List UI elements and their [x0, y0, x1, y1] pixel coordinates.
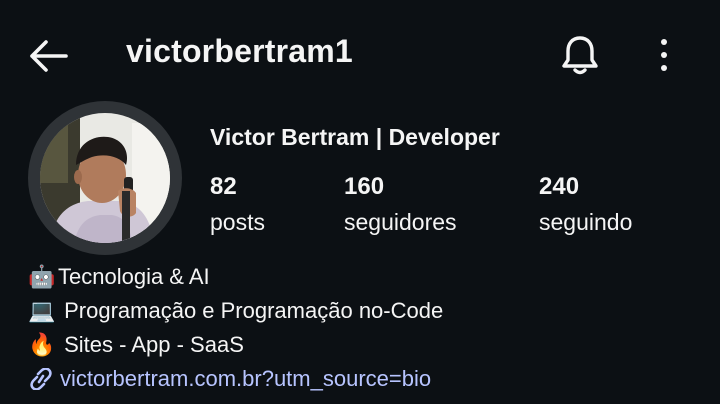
bio-line: 🤖 Tecnologia & AI: [28, 260, 443, 294]
bio-line-text: Sites - App - SaaS: [58, 332, 244, 357]
bio-link[interactable]: victorbertram.com.br?utm_source=bio: [28, 362, 443, 400]
following-count: 240: [539, 173, 580, 200]
followers-label: seguidores: [344, 209, 457, 235]
laptop-icon: 💻: [28, 298, 56, 323]
more-vertical-icon[interactable]: [652, 38, 676, 72]
stat-following[interactable]: 240 seguindo: [539, 172, 632, 236]
fire-icon: 🔥: [28, 332, 56, 357]
bio-link-text[interactable]: victorbertram.com.br?utm_source=bio: [60, 366, 431, 391]
bio-line: 🔥 Sites - App - SaaS: [28, 328, 443, 362]
link-icon: [28, 366, 54, 400]
avatar[interactable]: [28, 101, 182, 255]
profile-display-name: Victor Bertram | Developer: [210, 124, 500, 150]
stat-followers[interactable]: 160 seguidores: [344, 172, 457, 236]
arrow-left-icon[interactable]: [26, 36, 72, 76]
profile-photo: [40, 113, 170, 243]
stat-posts[interactable]: 82 posts: [210, 172, 265, 236]
bio-line-text: Tecnologia & AI: [58, 264, 210, 289]
profile-username: victorbertram1: [126, 33, 353, 69]
bio-line: 💻 Programação e Programação no-Code: [28, 294, 443, 328]
profile-bio: 🤖 Tecnologia & AI 💻 Programação e Program…: [28, 260, 443, 400]
posts-count: 82: [210, 173, 237, 200]
following-label: seguindo: [539, 209, 633, 235]
posts-label: posts: [210, 209, 265, 235]
robot-icon: 🤖: [28, 264, 56, 289]
bell-icon[interactable]: [558, 33, 602, 77]
followers-count: 160: [344, 173, 385, 200]
bio-line-text: Programação e Programação no-Code: [58, 298, 444, 323]
top-bar: victorbertram1: [0, 0, 720, 110]
